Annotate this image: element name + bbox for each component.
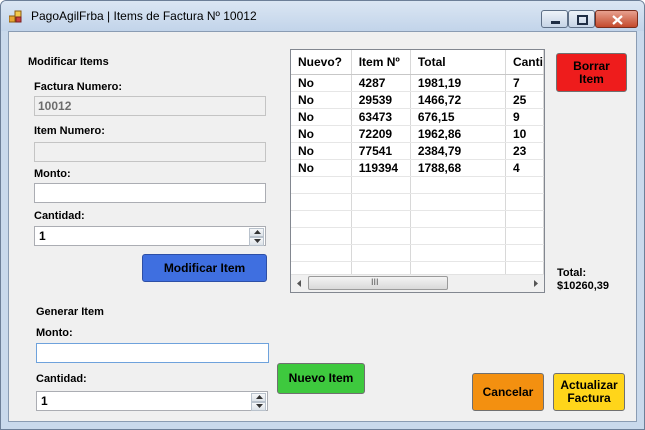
app-icon [9,10,22,23]
cantidad-value: 1 [39,229,46,243]
generar-cantidad-value: 1 [41,394,48,408]
empty-row [291,210,544,228]
cell: 676,15 [410,108,506,126]
empty-row [291,176,544,194]
maximize-button[interactable] [568,10,595,28]
scroll-thumb-grip: III [371,277,379,287]
cell: 1466,72 [410,91,506,109]
close-button[interactable] [595,10,638,28]
spin-up-icon [254,230,261,234]
generar-monto-field[interactable] [36,343,269,363]
close-icon [612,15,623,25]
monto-field[interactable] [34,183,266,203]
col-total[interactable]: Total [410,50,506,75]
spin-down-icon [254,239,261,243]
generar-monto-label: Monto: [36,327,73,339]
scroll-left-icon [297,280,301,287]
generar-cantidad-spin[interactable] [251,393,266,411]
cell: No [291,142,352,160]
cell: 72209 [351,125,411,143]
generar-cantidad-label: Cantidad: [36,373,87,385]
cell: No [291,74,352,92]
cell: No [291,91,352,109]
scroll-right-button[interactable] [527,275,544,292]
cell: 9 [505,108,544,126]
cell: 7 [505,74,544,92]
title-bar[interactable]: PagoAgilFrba | Items de Factura Nº 10012 [1,1,644,31]
cell: 1962,86 [410,125,506,143]
table-row[interactable]: No 4287 1981,19 7 [291,74,544,92]
cell: 63473 [351,108,411,126]
table-row[interactable]: No 29539 1466,72 25 [291,91,544,109]
items-table: Nuevo? Item Nº Total Canti No 4287 1981,19… [291,50,544,279]
cell: 1788,68 [410,159,506,177]
cell: 25 [505,91,544,109]
cell: 29539 [351,91,411,109]
cell: 23 [505,142,544,160]
cell: 4 [505,159,544,177]
cell: 77541 [351,142,411,160]
spin-down-button[interactable] [251,402,266,411]
table-row[interactable]: No 77541 2384,79 23 [291,142,544,160]
actualizar-factura-label: Actualizar Factura [560,378,618,405]
table-row[interactable]: No 119394 1788,68 4 [291,159,544,177]
modificar-item-button[interactable]: Modificar Item [142,254,267,282]
cantidad-label: Cantidad: [34,210,85,222]
factura-numero-label: Factura Numero: [34,81,123,93]
cell: No [291,125,352,143]
col-cantidad[interactable]: Canti [505,50,544,75]
scroll-right-icon [534,280,538,287]
total-value: $10260,39 [557,280,609,292]
empty-row [291,193,544,211]
col-item-numero[interactable]: Item Nº [351,50,411,75]
horizontal-scrollbar[interactable]: III [291,274,544,292]
items-grid[interactable]: Nuevo? Item Nº Total Canti No 4287 1981,19… [290,49,545,293]
spin-up-button[interactable] [251,393,266,402]
spin-up-button[interactable] [249,228,264,237]
table-row[interactable]: No 63473 676,15 9 [291,108,544,126]
grid-header-row: Nuevo? Item Nº Total Canti [291,50,544,75]
empty-row [291,227,544,245]
actualizar-factura-button[interactable]: Actualizar Factura [553,373,625,411]
generar-heading: Generar Item [36,306,104,318]
spin-down-icon [256,404,263,408]
table-row[interactable]: No 72209 1962,86 10 [291,125,544,143]
generar-cantidad-stepper[interactable]: 1 [36,391,268,411]
cell: 4287 [351,74,411,92]
empty-row [291,244,544,262]
col-nuevo[interactable]: Nuevo? [291,50,352,75]
window-title: PagoAgilFrba | Items de Factura Nº 10012 [31,9,257,23]
cell: No [291,108,352,126]
cantidad-spin[interactable] [249,228,264,246]
total-label: Total: [557,267,587,279]
cell: 119394 [351,159,411,177]
minimize-icon [551,21,560,24]
scroll-left-button[interactable] [291,275,308,292]
cell: No [291,159,352,177]
item-numero-label: Item Numero: [34,125,105,137]
item-numero-field [34,142,266,162]
spin-down-button[interactable] [249,237,264,246]
cell: 1981,19 [410,74,506,92]
cancelar-button[interactable]: Cancelar [472,373,544,411]
nuevo-item-label: Nuevo Item [288,371,354,385]
monto-label: Monto: [34,168,71,180]
nuevo-item-button[interactable]: Nuevo Item [277,363,365,394]
cantidad-stepper[interactable]: 1 [34,226,266,246]
client-area: Modificar Items Factura Numero: Item Num… [8,31,637,422]
cancelar-label: Cancelar [482,384,534,399]
borrar-item-label: Borrar Item [573,58,610,86]
maximize-icon [577,15,588,25]
cell: 10 [505,125,544,143]
app-window: PagoAgilFrba | Items de Factura Nº 10012… [0,0,645,430]
minimize-button[interactable] [541,10,568,28]
modificar-heading: Modificar Items [28,56,109,68]
spin-up-icon [256,395,263,399]
cell: 2384,79 [410,142,506,160]
borrar-item-button[interactable]: Borrar Item [556,53,627,92]
factura-numero-field [34,96,266,116]
modificar-item-label: Modificar Item [163,260,246,275]
scroll-thumb[interactable]: III [308,276,448,290]
